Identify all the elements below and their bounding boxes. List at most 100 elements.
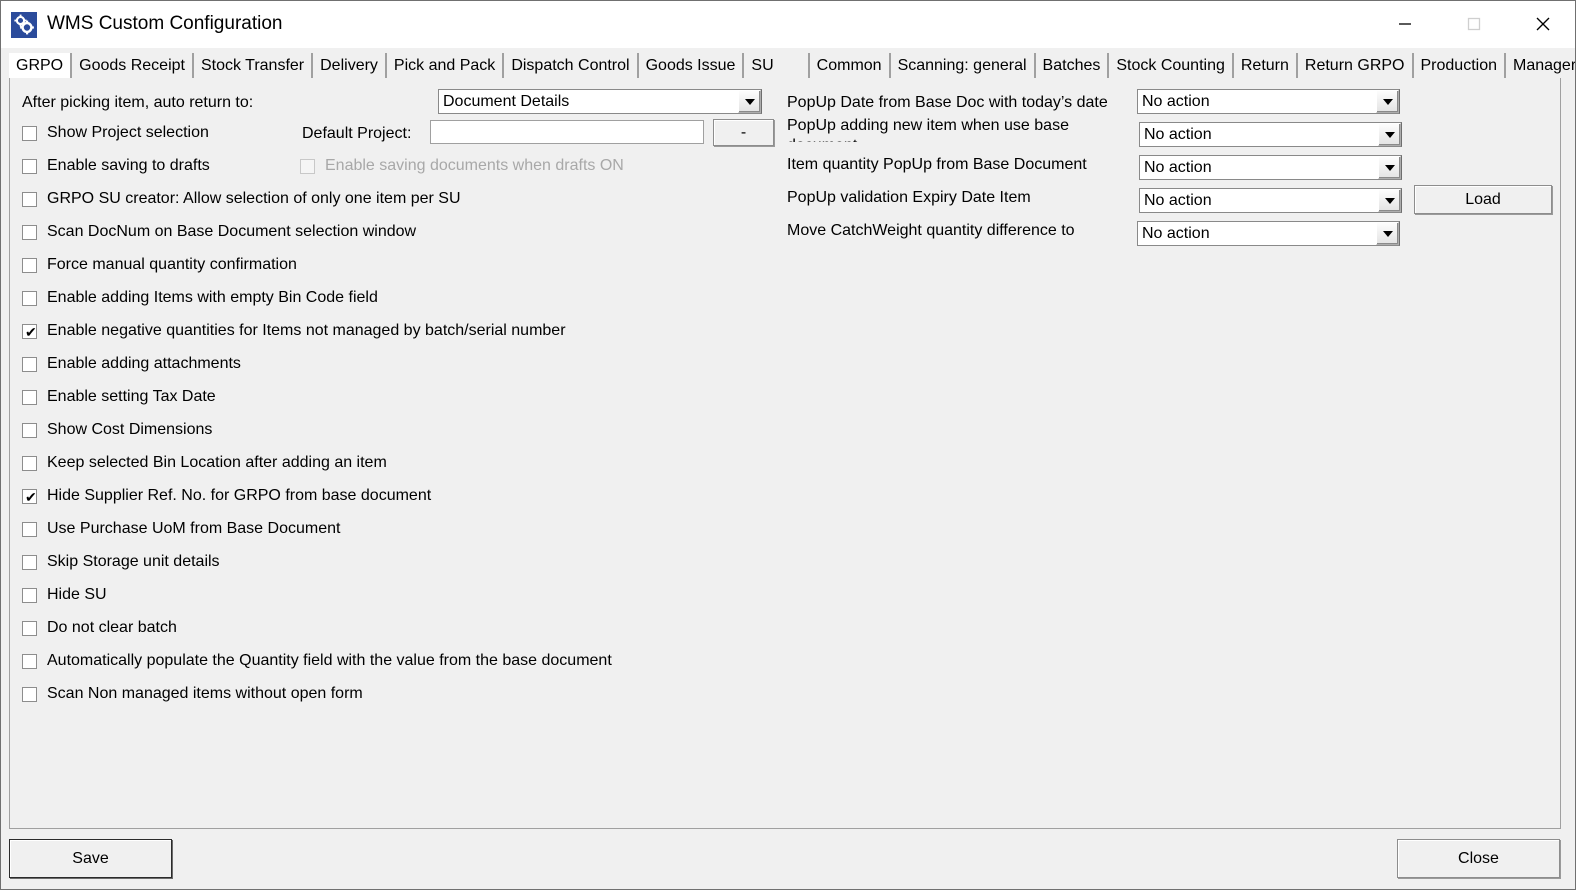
checkbox-force-manual-quantity-confirmation[interactable]: Force manual quantity confirmation [22, 255, 297, 275]
default-project-input[interactable] [430, 120, 704, 144]
grpo-tab-page: After picking item, auto return to: Docu… [9, 78, 1561, 829]
gears-icon [11, 12, 37, 38]
close-button[interactable]: Close [1397, 839, 1560, 878]
checkbox-label: Enable adding Items with empty Bin Code … [47, 288, 378, 308]
tab-return-grpo[interactable]: Return GRPO [1298, 53, 1414, 79]
close-window-button[interactable] [1508, 1, 1576, 47]
checkbox-label: Hide Supplier Ref. No. for GRPO from bas… [47, 486, 431, 506]
checkbox-box[interactable] [22, 555, 37, 570]
checkbox-enable-adding-items-with-empty-bin-code-field[interactable]: Enable adding Items with empty Bin Code … [22, 288, 378, 308]
combo-value: No action [1140, 189, 1378, 212]
tab-su[interactable]: SU [744, 53, 809, 79]
tab-batches[interactable]: Batches [1036, 53, 1110, 79]
tab-stock-counting[interactable]: Stock Counting [1109, 53, 1234, 79]
checkbox-enable-saving-to-drafts[interactable]: Enable saving to drafts [22, 156, 210, 176]
checkbox-skip-storage-unit-details[interactable]: Skip Storage unit details [22, 552, 220, 572]
tab-common[interactable]: Common [810, 53, 891, 79]
checkbox-grpo-su-creator-one-item-per-su[interactable]: GRPO SU creator: Allow selection of only… [22, 189, 461, 209]
move-catchweight-difference-combo[interactable]: No action [1137, 221, 1400, 246]
popup-adding-new-item-label: PopUp adding new item when use base docu… [787, 116, 1087, 142]
checkbox-box[interactable] [22, 258, 37, 273]
tab-stock-transfer[interactable]: Stock Transfer [194, 53, 313, 79]
checkbox-label: Enable saving to drafts [47, 156, 210, 176]
auto-return-combo-value: Document Details [439, 90, 738, 113]
checkbox-box [300, 159, 315, 174]
tab-production[interactable]: Production [1414, 53, 1507, 79]
checkbox-scan-docnum-on-base-document-selection-window[interactable]: Scan DocNum on Base Document selection w… [22, 222, 416, 242]
default-project-browse-button[interactable]: - [713, 119, 774, 146]
tab-delivery[interactable]: Delivery [313, 53, 387, 79]
checkbox-box[interactable] [22, 390, 37, 405]
checkbox-box[interactable] [22, 588, 37, 603]
checkbox-box[interactable] [22, 291, 37, 306]
chevron-down-icon[interactable] [1378, 123, 1401, 146]
checkbox-show-project-selection[interactable]: Show Project selection [22, 123, 209, 143]
checkbox-automatically-populate-quantity-field[interactable]: Automatically populate the Quantity fiel… [22, 651, 612, 671]
checkbox-use-purchase-uom-from-base-document[interactable]: Use Purchase UoM from Base Document [22, 519, 340, 539]
popup-date-base-doc-combo[interactable]: No action [1137, 89, 1400, 114]
minimize-button[interactable] [1370, 1, 1439, 47]
checkbox-box[interactable] [22, 159, 37, 174]
checkbox-box[interactable] [22, 192, 37, 207]
checkbox-label: Enable setting Tax Date [47, 387, 216, 407]
auto-return-combo[interactable]: Document Details [438, 89, 762, 114]
save-button[interactable]: Save [9, 839, 172, 878]
window-title: WMS Custom Configuration [47, 11, 282, 37]
close-icon [1535, 16, 1551, 32]
tab-manager[interactable]: Manager [1506, 53, 1576, 79]
checkbox-box[interactable] [22, 621, 37, 636]
popup-validation-expiry-date-combo[interactable]: No action [1139, 188, 1402, 213]
checkbox-box[interactable] [22, 126, 37, 141]
tab-goods-issue[interactable]: Goods Issue [639, 53, 745, 79]
checkbox-enable-negative-quantities[interactable]: ✔ Enable negative quantities for Items n… [22, 321, 566, 341]
checkbox-label: Scan Non managed items without open form [47, 684, 363, 704]
checkbox-label: Show Project selection [47, 123, 209, 143]
popup-date-base-doc-label: PopUp Date from Base Doc with today’s da… [787, 93, 1108, 113]
checkbox-show-cost-dimensions[interactable]: Show Cost Dimensions [22, 420, 212, 440]
check-icon: ✔ [25, 488, 37, 506]
load-button[interactable]: Load [1414, 185, 1552, 214]
title-bar: WMS Custom Configuration [1, 1, 1576, 48]
auto-return-label: After picking item, auto return to: [22, 93, 253, 113]
checkbox-hide-su[interactable]: Hide SU [22, 585, 107, 605]
tab-pick-and-pack[interactable]: Pick and Pack [387, 53, 504, 79]
tab-grpo[interactable]: GRPO [9, 53, 72, 79]
checkbox-enable-saving-documents-when-drafts-on: Enable saving documents when drafts ON [300, 156, 624, 176]
checkbox-box[interactable] [22, 654, 37, 669]
maximize-icon [1467, 17, 1481, 31]
checkbox-box[interactable] [22, 522, 37, 537]
tab-dispatch-control[interactable]: Dispatch Control [504, 53, 638, 79]
chevron-down-icon[interactable] [1378, 156, 1401, 179]
checkbox-box[interactable] [22, 225, 37, 240]
chevron-down-icon[interactable] [738, 90, 761, 113]
checkbox-box[interactable] [22, 456, 37, 471]
checkbox-box[interactable] [22, 687, 37, 702]
chevron-down-icon[interactable] [1376, 222, 1399, 245]
check-icon: ✔ [25, 323, 37, 341]
checkbox-label: Hide SU [47, 585, 107, 605]
move-catchweight-difference-label: Move CatchWeight quantity difference to [787, 221, 1075, 241]
checkbox-scan-non-managed-items-without-open-form[interactable]: Scan Non managed items without open form [22, 684, 363, 704]
chevron-down-icon[interactable] [1376, 90, 1399, 113]
checkbox-box[interactable] [22, 423, 37, 438]
checkbox-keep-selected-bin-location[interactable]: Keep selected Bin Location after adding … [22, 453, 387, 473]
checkbox-box[interactable] [22, 357, 37, 372]
checkbox-label: Do not clear batch [47, 618, 177, 638]
checkbox-label: Enable negative quantities for Items not… [47, 321, 566, 341]
checkbox-hide-supplier-ref-no[interactable]: ✔ Hide Supplier Ref. No. for GRPO from b… [22, 486, 431, 506]
tab-return[interactable]: Return [1234, 53, 1298, 79]
tab-scanning-general[interactable]: Scanning: general [891, 53, 1036, 79]
checkbox-enable-setting-tax-date[interactable]: Enable setting Tax Date [22, 387, 216, 407]
chevron-down-icon[interactable] [1378, 189, 1401, 212]
checkbox-enable-adding-attachments[interactable]: Enable adding attachments [22, 354, 241, 374]
combo-value: No action [1140, 123, 1378, 146]
default-project-label: Default Project: [302, 124, 411, 144]
tab-goods-receipt[interactable]: Goods Receipt [72, 53, 194, 79]
checkbox-box[interactable]: ✔ [22, 324, 37, 339]
item-quantity-popup-combo[interactable]: No action [1139, 155, 1402, 180]
checkbox-box[interactable]: ✔ [22, 489, 37, 504]
maximize-button[interactable] [1439, 1, 1508, 47]
popup-adding-new-item-combo[interactable]: No action [1139, 122, 1402, 147]
checkbox-do-not-clear-batch[interactable]: Do not clear batch [22, 618, 177, 638]
tab-strip[interactable]: GRPO Goods Receipt Stock Transfer Delive… [9, 51, 1561, 79]
